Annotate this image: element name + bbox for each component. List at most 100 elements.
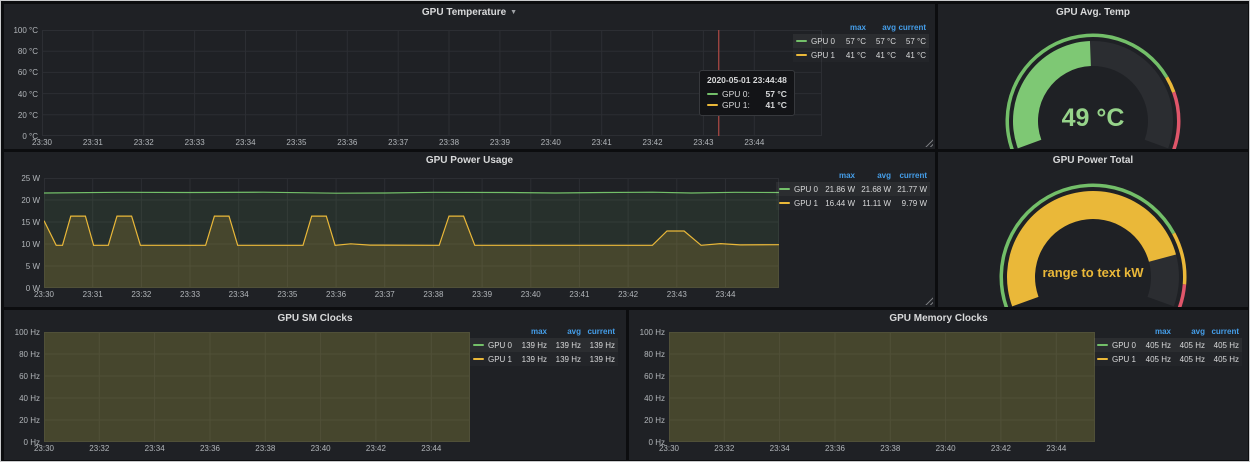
x-tick-label: 23:34: [135, 444, 175, 453]
chart-canvas[interactable]: [669, 332, 1095, 442]
legend-stat-value: 405 Hz: [1171, 341, 1205, 350]
x-tick-label: 23:34: [219, 290, 259, 299]
x-tick-label: 23:42: [981, 444, 1021, 453]
sm-clocks-plot[interactable]: [44, 332, 470, 442]
legend-stat-header: avg: [1171, 327, 1205, 336]
legend-header-row: maxavgcurrent: [1094, 324, 1242, 338]
panel-gpu-temperature: GPU Temperature▼ maxavgcurrentGPU 057 °C…: [4, 4, 935, 149]
x-tick-label: 23:43: [657, 290, 697, 299]
panel-resize-handle[interactable]: [925, 139, 933, 147]
y-tick-label: 60 Hz: [627, 372, 665, 381]
series-color-dash-icon: [473, 344, 484, 346]
legend-stat-header: max: [513, 327, 547, 336]
power-usage-plot[interactable]: [44, 178, 779, 288]
y-tick-label: 100 °C: [0, 26, 38, 35]
legend-series-toggle[interactable]: GPU 0: [473, 341, 513, 350]
series-color-dash-icon: [1097, 344, 1108, 346]
x-tick-label: 23:36: [327, 138, 367, 147]
y-tick-label: 40 °C: [0, 90, 38, 99]
legend-stat-value: 21.86 W: [819, 185, 855, 194]
gauge-value: range to text kW: [938, 265, 1248, 280]
x-tick-label: 23:37: [378, 138, 418, 147]
legend-series-name: GPU 0: [488, 341, 512, 350]
x-tick-label: 23:42: [633, 138, 673, 147]
x-tick-label: 23:32: [124, 138, 164, 147]
panel-gpu-memory-clocks: GPU Memory Clocks maxavgcurrentGPU 0405 …: [629, 310, 1248, 460]
panel-title: GPU Avg. Temp: [1056, 7, 1130, 18]
legend-stat-value: 9.79 W: [891, 199, 927, 208]
legend-stat-header: current: [896, 23, 926, 32]
legend-header-row: maxavgcurrent: [470, 324, 618, 338]
x-tick-label: 23:44: [705, 290, 745, 299]
panel-header-gpu-temperature[interactable]: GPU Temperature ▼: [4, 4, 935, 21]
panel-header-gpu-avg-temp[interactable]: GPU Avg. Temp: [938, 4, 1248, 21]
legend-stat-header: current: [1205, 327, 1239, 336]
x-tick-label: 23:38: [245, 444, 285, 453]
chart-canvas[interactable]: [44, 332, 470, 442]
legend-series-toggle[interactable]: GPU 1: [1097, 355, 1137, 364]
chart-canvas[interactable]: [44, 178, 779, 288]
legend-series-toggle[interactable]: GPU 0: [796, 37, 836, 46]
x-tick-label: 23:32: [121, 290, 161, 299]
legend-series-name: GPU 0: [794, 185, 818, 194]
x-tick-label: 23:30: [24, 444, 64, 453]
legend-stat-value: 139 Hz: [513, 341, 547, 350]
legend-stat-value: 139 Hz: [547, 341, 581, 350]
series-color-dash-icon: [779, 188, 790, 190]
panel-title: GPU Temperature: [422, 7, 506, 18]
legend-series-toggle[interactable]: GPU 0: [1097, 341, 1137, 350]
x-tick-label: 23:40: [926, 444, 966, 453]
legend-series-toggle[interactable]: GPU 0: [779, 185, 819, 194]
tooltip-series-name: GPU 0:: [722, 89, 750, 99]
gauge-value: 49 °C: [938, 104, 1248, 133]
x-tick-label: 23:34: [226, 138, 266, 147]
legend-stat-value: 405 Hz: [1137, 355, 1171, 364]
legend-series-toggle[interactable]: GPU 1: [796, 51, 836, 60]
legend-header-row: maxavgcurrent: [793, 20, 929, 34]
x-tick-label: 23:40: [511, 290, 551, 299]
legend-stat-value: 405 Hz: [1205, 355, 1239, 364]
panel-gpu-power-usage: GPU Power Usage maxavgcurrentGPU 021.86 …: [4, 152, 935, 307]
legend-series-toggle[interactable]: GPU 1: [779, 199, 819, 208]
legend-stat-value: 139 Hz: [547, 355, 581, 364]
y-tick-label: 10 W: [2, 240, 40, 249]
series-color-dash-icon: [796, 40, 807, 42]
x-tick-label: 23:40: [301, 444, 341, 453]
x-tick-label: 23:42: [356, 444, 396, 453]
x-tick-label: 23:30: [649, 444, 689, 453]
x-tick-label: 23:44: [1036, 444, 1076, 453]
legend-stat-value: 57 °C: [836, 37, 866, 46]
legend-series-row: GPU 141 °C41 °C41 °C: [793, 48, 929, 62]
sm-clocks-legend: maxavgcurrentGPU 0139 Hz139 Hz139 HzGPU …: [470, 324, 618, 366]
memory-clocks-plot[interactable]: [669, 332, 1095, 442]
panel-title: GPU Power Usage: [426, 155, 513, 166]
panel-header-gpu-power-usage[interactable]: GPU Power Usage: [4, 152, 935, 169]
legend-stat-value: 21.77 W: [891, 185, 927, 194]
tooltip-series-value: 41 °C: [756, 100, 787, 110]
legend-series-name: GPU 0: [1112, 341, 1136, 350]
grafana-dashboard: GPU Temperature▼ maxavgcurrentGPU 057 °C…: [0, 0, 1250, 462]
legend-stat-header: max: [819, 171, 855, 180]
legend-header-row: maxavgcurrent: [776, 168, 930, 182]
power-total-gauge: [938, 169, 1248, 307]
series-color-dash-icon: [473, 358, 484, 360]
panel-header-gpu-power-total[interactable]: GPU Power Total: [938, 152, 1248, 169]
x-tick-label: 23:35: [276, 138, 316, 147]
legend-series-toggle[interactable]: GPU 1: [473, 355, 513, 364]
x-tick-label: 23:36: [190, 444, 230, 453]
x-tick-label: 23:38: [429, 138, 469, 147]
legend-stat-value: 41 °C: [866, 51, 896, 60]
legend-stat-value: 139 Hz: [513, 355, 547, 364]
x-tick-label: 23:31: [73, 290, 113, 299]
legend-series-row: GPU 057 °C57 °C57 °C: [793, 34, 929, 48]
legend-series-row: GPU 021.86 W21.68 W21.77 W: [776, 182, 930, 196]
panel-resize-handle[interactable]: [925, 297, 933, 305]
legend-stat-value: 16.44 W: [819, 199, 855, 208]
x-tick-label: 23:33: [170, 290, 210, 299]
chevron-down-icon: ▼: [510, 4, 517, 21]
y-tick-label: 80 Hz: [627, 350, 665, 359]
x-tick-label: 23:36: [815, 444, 855, 453]
tooltip-series-name: GPU 1:: [722, 100, 750, 110]
y-tick-label: 25 W: [2, 174, 40, 183]
panel-title: GPU Memory Clocks: [889, 313, 987, 324]
